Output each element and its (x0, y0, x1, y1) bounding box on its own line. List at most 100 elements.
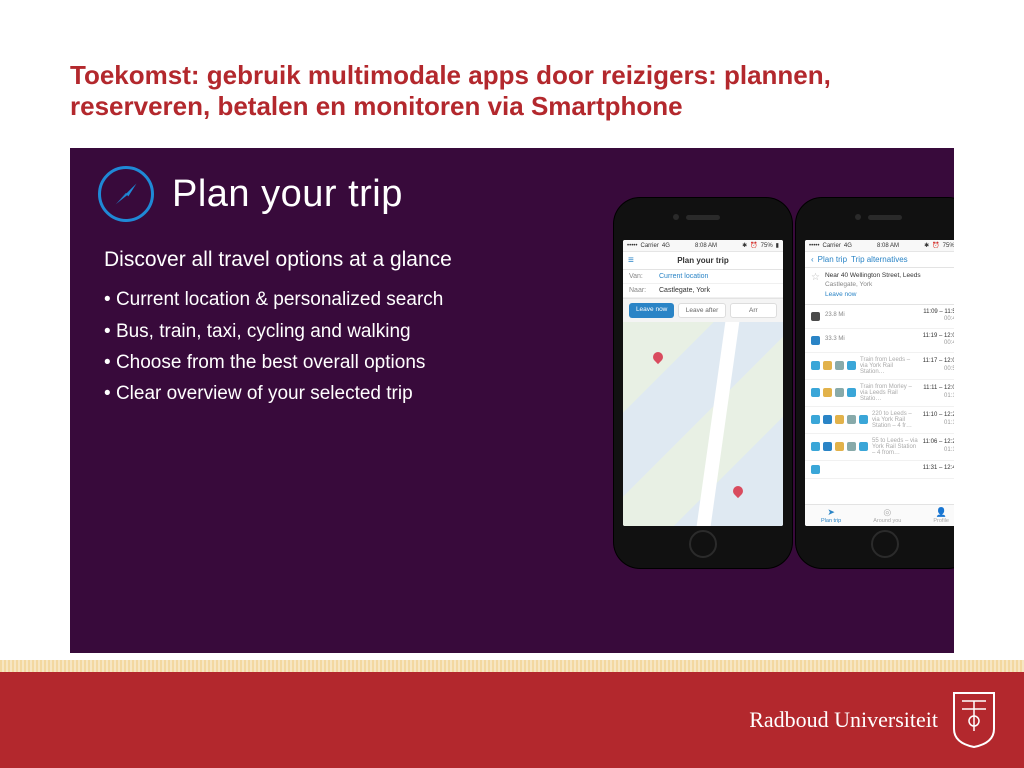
time-range: 11:10 – 12:25 (923, 412, 954, 420)
phone-1: ••••• Carrier 4G 8:08 AM ✱ ⏰ 75% ▮ (614, 198, 792, 568)
time-tabs: Leave now Leave after Arr (623, 299, 783, 322)
bike-icon (811, 388, 820, 397)
phone-home-button (689, 530, 717, 558)
train-icon (835, 388, 844, 397)
phone-earpiece (868, 215, 902, 220)
dest-line-1: Near 40 Wellington Street, Leeds (825, 272, 921, 280)
phone1-screen: ••••• Carrier 4G 8:08 AM ✱ ⏰ 75% ▮ (623, 240, 783, 526)
duration: 00:45 (923, 316, 954, 324)
bike-icon (847, 388, 856, 397)
status-bar: ••••• Carrier 4G 8:08 AM ✱ ⏰ 75% ▮ (623, 240, 783, 252)
bullet-item: Clear overview of your selected trip (104, 378, 580, 409)
alarm-icon: ⏰ (932, 242, 939, 249)
dest-line-2: Castlegate, York (825, 281, 921, 289)
carrier-label: Carrier (641, 243, 659, 249)
nav-arrow-logo (98, 166, 154, 222)
bike-icon (859, 442, 868, 451)
from-label: Van: (629, 273, 653, 280)
time-range: 11:31 – 12:43 (923, 465, 954, 473)
star-outline-icon: ☆ (811, 272, 820, 283)
network-label: 4G (662, 243, 670, 249)
alternatives-list: 23.8 Mi 11:09 – 11:5400:45 33.3 Mi 11:19… (805, 305, 954, 505)
phone-home-button (871, 530, 899, 558)
trip-fields: Van: Current location Naar: Castlegate, … (623, 270, 783, 299)
distance-label: 23.8 Mi (823, 312, 845, 321)
alarm-icon: ⏰ (750, 242, 757, 249)
duration: 00:45 (923, 340, 954, 348)
hero-bullets: Current location & personalized search B… (104, 284, 580, 409)
tab-leave-after: Leave after (678, 303, 725, 318)
slide-title-area: Toekomst: gebruik multimodale apps door … (0, 0, 1024, 132)
network-label: 4G (844, 243, 852, 249)
tab-profile: 👤Profile (933, 507, 949, 524)
train-icon (835, 361, 844, 370)
alt-row: 11:31 – 12:43 (805, 461, 954, 479)
header-title: Plan your trip (677, 256, 729, 265)
tab-around-you: ◎Around you (873, 507, 901, 524)
time-range: 11:17 – 12:08 (923, 358, 954, 366)
route-sub: 55 to Leeds – via York Rail Station – 4 … (868, 438, 923, 456)
bullet-item: Current location & personalized search (104, 284, 580, 315)
signal-dots-icon: ••••• (809, 243, 820, 249)
phones-mockup: ••••• Carrier 4G 8:08 AM ✱ ⏰ 75% ▮ (614, 198, 954, 568)
alt-row: 23.8 Mi 11:09 – 11:5400:45 (805, 305, 954, 329)
footer: Radboud Universiteit (0, 660, 1024, 768)
duration: 01:19 (923, 447, 954, 455)
time-range: 11:19 – 12:04 (923, 333, 954, 341)
time-range: 11:06 – 12:25 (923, 439, 954, 447)
bluetooth-icon: ✱ (924, 242, 929, 249)
alt-row: 33.3 Mi 11:19 – 12:0400:45 (805, 329, 954, 353)
clock-label: 8:08 AM (695, 243, 717, 249)
app-header: ≡ Plan your trip (623, 252, 783, 270)
duration: 01:14 (923, 393, 954, 401)
walk-icon (835, 415, 844, 424)
person-icon: 👤 (933, 507, 949, 518)
phone-earpiece (686, 215, 720, 220)
tab-arrive: Arr (730, 303, 777, 318)
phone-camera (673, 214, 679, 220)
car-icon (811, 312, 820, 321)
bullet-item: Bus, train, taxi, cycling and walking (104, 316, 580, 347)
phone-2: ••••• Carrier 4G 8:08 AM ✱ ⏰ 75% ▮ (796, 198, 954, 568)
destination-box: ☆ Near 40 Wellington Street, Leeds Castl… (805, 268, 954, 304)
to-label: Naar: (629, 287, 653, 294)
clock-label: 8:08 AM (877, 243, 899, 249)
bus-icon (823, 442, 832, 451)
phone-camera (855, 214, 861, 220)
route-sub: Train from Leeds – via York Rail Station… (856, 357, 923, 375)
alt-row: 220 to Leeds – via York Rail Station – 4… (805, 407, 954, 434)
to-field: Naar: Castlegate, York (623, 284, 783, 298)
app-header: ‹ Plan trip Trip alternatives (805, 252, 954, 268)
hero-title: Plan your trip (172, 173, 403, 216)
route-sub: 220 to Leeds – via York Rail Station – 4… (868, 411, 923, 429)
bus-icon (823, 415, 832, 424)
duration: 00:51 (923, 366, 954, 374)
battery-label: 75% (761, 243, 773, 249)
map-road (697, 322, 740, 526)
walk-icon (823, 361, 832, 370)
alt-row: 55 to Leeds – via York Rail Station – 4 … (805, 434, 954, 461)
time-range: 11:09 – 11:54 (923, 309, 954, 317)
train-icon (847, 442, 856, 451)
presentation-slide: Toekomst: gebruik multimodale apps door … (0, 0, 1024, 768)
university-name: Radboud Universiteit (749, 707, 938, 733)
hero-content: Discover all travel options at a glance … (70, 228, 590, 409)
tab-label: Profile (933, 518, 949, 524)
bike-icon (811, 415, 820, 424)
phone2-screen: ••••• Carrier 4G 8:08 AM ✱ ⏰ 75% ▮ (805, 240, 954, 526)
tab-plan-trip: ➤Plan trip (821, 507, 841, 524)
battery-label: 75% (943, 243, 954, 249)
header-title: Trip alternatives (851, 255, 908, 264)
map-pin-icon (731, 484, 745, 498)
arrow-icon (112, 180, 140, 208)
tab-label: Plan trip (821, 518, 841, 524)
compass-icon: ◎ (873, 507, 901, 518)
bike-icon (859, 415, 868, 424)
alt-row: Train from Leeds – via York Rail Station… (805, 353, 954, 380)
walk-icon (835, 442, 844, 451)
bike-icon (847, 361, 856, 370)
dest-leave-now: Leave now (825, 291, 921, 299)
tab-leave-now: Leave now (629, 303, 674, 318)
from-field: Van: Current location (623, 270, 783, 284)
duration: 01:19 (923, 420, 954, 428)
